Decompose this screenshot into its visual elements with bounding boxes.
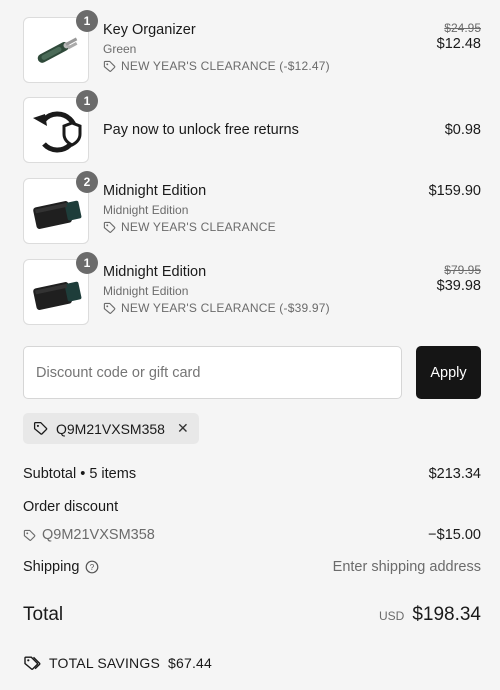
item-price: $12.48 [436, 36, 481, 52]
product-name: Key Organizer [103, 22, 196, 38]
product-thumbnail: 2 [23, 171, 98, 244]
promo-text: NEW YEAR'S CLEARANCE (-$39.97) [121, 301, 330, 315]
product-name: Midnight Edition [103, 264, 207, 280]
applied-code-text: Q9M21VXSM358 [56, 420, 165, 437]
shipping-row: Shipping ? Enter shipping address [23, 559, 481, 575]
tags-icon [24, 656, 41, 670]
subtotal-value: $213.34 [428, 466, 481, 482]
apply-button[interactable]: Apply [416, 346, 481, 399]
remove-code-icon[interactable]: ✕ [177, 420, 189, 437]
subtotal-row: Subtotal • 5 items $213.34 [23, 466, 481, 482]
promo-line: NEW YEAR'S CLEARANCE [103, 220, 403, 234]
product-variant: Green [103, 42, 137, 56]
item-price: $159.90 [428, 183, 481, 199]
subtotal-label: Subtotal • 5 items [23, 466, 137, 482]
product-thumbnail: 1 [23, 90, 98, 163]
product-name: Midnight Edition [103, 183, 207, 199]
order-discount-row: Order discount [23, 499, 481, 515]
applied-discount-chip: Q9M21VXSM358 ✕ [23, 413, 199, 444]
quantity-badge: 1 [76, 90, 98, 112]
svg-text:?: ? [90, 563, 95, 572]
tag-icon [33, 421, 48, 435]
product-name: Pay now to unlock free returns [103, 122, 299, 138]
quantity-badge: 1 [76, 10, 98, 32]
tag-icon [23, 529, 36, 541]
compare-at-price: $79.95 [444, 263, 481, 277]
total-value: $198.34 [412, 604, 481, 625]
product-thumbnail: 1 [23, 252, 98, 325]
shipping-label: Shipping [23, 559, 80, 575]
quantity-badge: 1 [76, 252, 98, 274]
line-item: 1 Key Organizer Green NEW YEAR'S CLEARAN… [23, 10, 481, 83]
help-icon[interactable]: ? [85, 560, 99, 574]
savings-value: $67.44 [168, 655, 213, 671]
line-item: 1 Pay now to unlock free returns $0.98 [23, 90, 481, 163]
quantity-badge: 2 [76, 171, 98, 193]
discount-code-input[interactable] [23, 346, 402, 399]
order-discount-label: Order discount [23, 499, 119, 515]
total-label: Total [23, 604, 64, 625]
discount-value: −$15.00 [428, 527, 481, 543]
item-price: $0.98 [444, 122, 481, 138]
discount-code-row: Q9M21VXSM358 −$15.00 [23, 527, 481, 543]
shipping-value: Enter shipping address [332, 559, 481, 575]
tag-icon [103, 302, 116, 314]
savings-label: TOTAL SAVINGS [49, 655, 160, 671]
line-item: 1 Midnight Edition Midnight Edition NEW … [23, 252, 481, 325]
product-variant: Midnight Edition [103, 284, 189, 298]
currency-code: USD [378, 609, 405, 623]
total-savings: TOTAL SAVINGS $67.44 [23, 655, 212, 671]
line-item: 2 Midnight Edition Midnight Edition NEW … [23, 171, 481, 244]
discount-code-text: Q9M21VXSM358 [42, 527, 155, 543]
tag-icon [103, 60, 116, 72]
promo-text: NEW YEAR'S CLEARANCE (-$12.47) [121, 59, 330, 73]
promo-text: NEW YEAR'S CLEARANCE [121, 220, 276, 234]
item-price: $39.98 [436, 278, 481, 294]
total-row: Total USD $198.34 [23, 604, 481, 626]
tag-icon [103, 221, 116, 233]
product-thumbnail: 1 [23, 10, 98, 83]
compare-at-price: $24.95 [444, 21, 481, 35]
promo-line: NEW YEAR'S CLEARANCE (-$12.47) [103, 59, 403, 73]
product-variant: Midnight Edition [103, 203, 189, 217]
promo-line: NEW YEAR'S CLEARANCE (-$39.97) [103, 301, 403, 315]
